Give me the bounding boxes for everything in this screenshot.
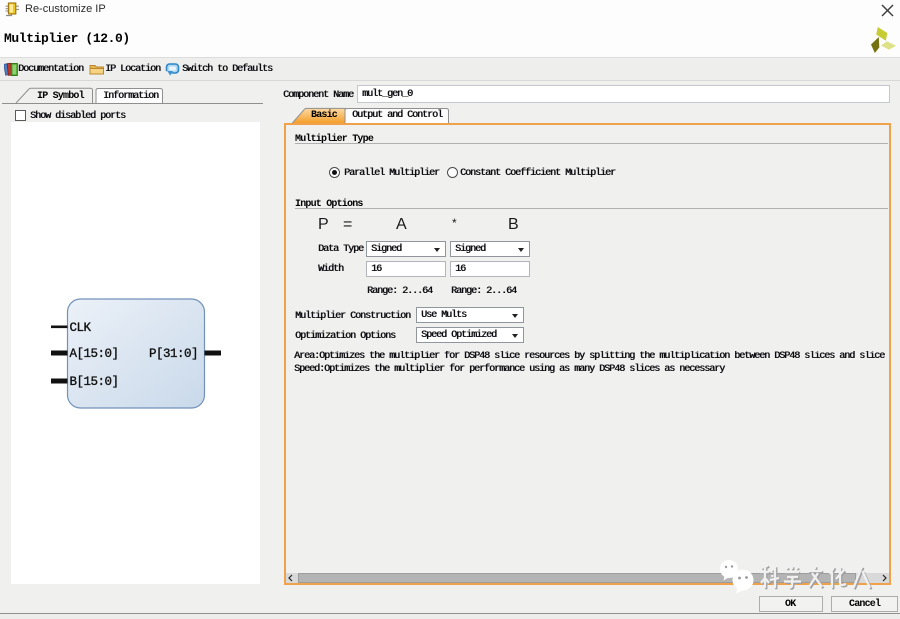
svg-text:P[31:0]: P[31:0] — [149, 347, 198, 361]
svg-text:B[15:0]: B[15:0] — [70, 375, 119, 389]
svg-text:A[15:0]: A[15:0] — [70, 347, 119, 361]
svg-text:CLK: CLK — [70, 321, 92, 335]
